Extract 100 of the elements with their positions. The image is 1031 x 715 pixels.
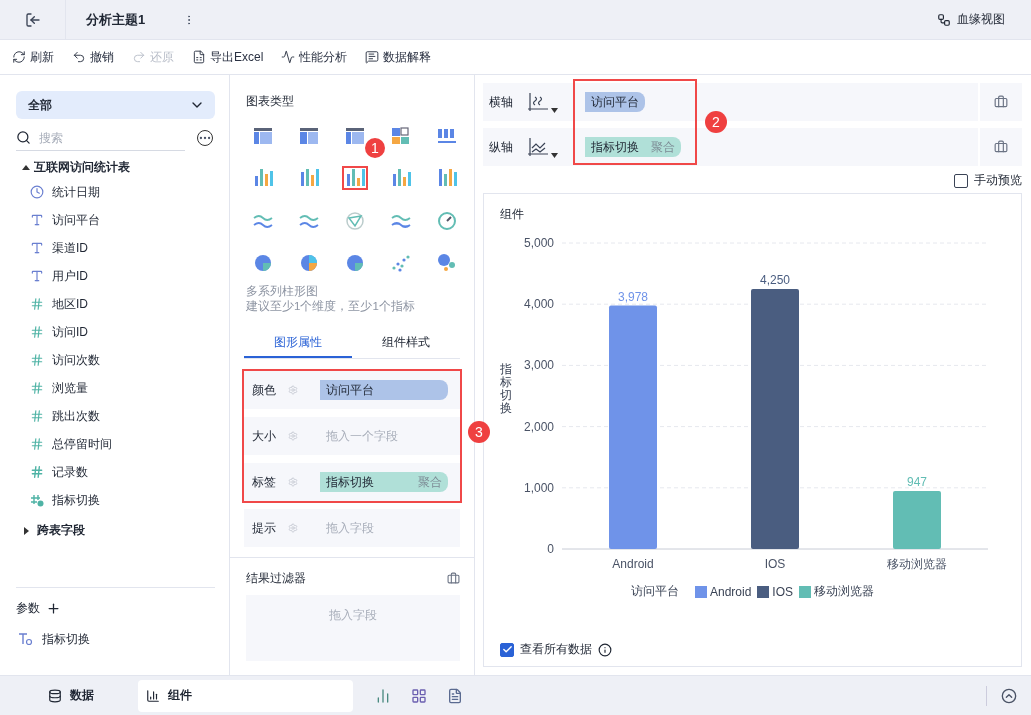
axis-row: 纵轴 指标切换 聚合 xyxy=(483,128,1022,166)
param-item[interactable]: 指标切换 xyxy=(16,625,215,653)
legend-item[interactable]: Android xyxy=(694,584,752,599)
toolbar-button[interactable]: 导出Excel xyxy=(192,48,264,66)
legend-item[interactable]: 移动浏览器 xyxy=(799,583,874,600)
manual-preview-checkbox[interactable]: 手动预览 xyxy=(954,172,1022,189)
annotation-badge: 3 xyxy=(468,421,490,443)
chart-type-icon xyxy=(390,126,412,146)
chart-type-icon xyxy=(344,252,366,272)
field-item[interactable]: 用户ID xyxy=(16,262,215,290)
field-chip[interactable]: 访问平台 xyxy=(320,380,448,400)
grid-icon xyxy=(411,687,427,704)
bottom-tab[interactable]: 组件 xyxy=(138,679,353,712)
field-chip[interactable]: 访问平台 xyxy=(585,92,645,112)
chart-type-icon xyxy=(344,126,366,146)
axis-type-icon[interactable] xyxy=(527,91,549,113)
property-row: 提示 拖入字段 xyxy=(244,509,460,547)
y-tick-label: 0 xyxy=(547,542,554,556)
text-type-icon xyxy=(30,269,44,283)
flow-diagram-icon xyxy=(937,12,951,27)
property-row: 大小 拖入一个字段 xyxy=(244,417,460,455)
chart-type-icon xyxy=(298,168,320,188)
y-tick-label: 4,000 xyxy=(523,297,554,312)
dropdown-caret-icon[interactable] xyxy=(551,153,558,158)
panel-tab[interactable]: 组件样式 xyxy=(352,328,460,358)
filter-title: 结果过滤器 xyxy=(246,570,306,587)
chart-type-icon xyxy=(252,168,274,188)
value-label: 947 xyxy=(907,475,927,490)
field-item[interactable]: 记录数 xyxy=(16,458,215,486)
axis-type-icon[interactable] xyxy=(527,136,549,158)
check-icon xyxy=(501,644,513,655)
chart-type-icon xyxy=(298,126,320,146)
value-label: 4,250 xyxy=(760,272,790,287)
field-item[interactable]: 跳出次数 xyxy=(16,402,215,430)
field-chip[interactable]: 指标切换 聚合 xyxy=(320,472,448,492)
y-tick-label: 3,000 xyxy=(523,358,554,373)
toolbar-button[interactable]: 撤销 xyxy=(72,48,114,66)
chart-type-icon xyxy=(252,126,274,146)
chart-type-option[interactable] xyxy=(342,166,368,190)
field-item[interactable]: 访问次数 xyxy=(16,346,215,374)
panel-tab[interactable]: 图形属性 xyxy=(244,328,352,358)
field-item[interactable]: 总停留时间 xyxy=(16,430,215,458)
annotation-badge: 1 xyxy=(365,138,385,158)
chart-type-icon xyxy=(436,126,458,146)
chart-type-icon xyxy=(436,210,458,230)
y-tick-label: 5,000 xyxy=(523,236,554,250)
dropdown-caret-icon[interactable] xyxy=(551,108,558,113)
chart-type-icon xyxy=(344,168,366,188)
briefcase-icon[interactable] xyxy=(994,95,1008,109)
document-icon xyxy=(447,687,463,704)
chart-type-icon xyxy=(252,252,274,272)
chart-type-name: 多系列柱形图 xyxy=(246,284,319,299)
value-label: 3,978 xyxy=(618,289,648,304)
bar xyxy=(893,491,941,549)
lineage-view-button[interactable]: 血缘视图 xyxy=(931,10,1011,29)
chart-type-icon xyxy=(298,252,320,272)
hash-icon xyxy=(30,353,44,367)
legend-title: 访问平台 xyxy=(630,583,679,600)
toolbar-button[interactable]: 数据解释 xyxy=(365,48,432,66)
property-row: 标签 指标切换 聚合 xyxy=(244,463,460,501)
hash-icon xyxy=(30,297,44,311)
chart-type-icon xyxy=(390,168,412,188)
view-all-data-checkbox[interactable]: 查看所有数据 xyxy=(500,641,592,658)
chart-type-title: 图表类型 xyxy=(246,94,294,108)
search-icon xyxy=(16,130,31,145)
legend-item[interactable]: IOS xyxy=(757,584,793,599)
spreadsheet-icon xyxy=(192,50,206,64)
field-item[interactable]: 渠道ID xyxy=(16,234,215,262)
search-field[interactable]: 搜索 xyxy=(37,129,157,146)
field-item[interactable]: 统计日期 xyxy=(16,178,215,206)
field-item[interactable]: 访问平台 xyxy=(16,206,215,234)
component-title: 组件 xyxy=(500,206,525,223)
info-icon[interactable] xyxy=(598,642,612,657)
add-icon[interactable] xyxy=(46,601,61,616)
chart-type-icon xyxy=(436,168,458,188)
chart-type-icon xyxy=(344,210,366,230)
table-group-label: 跨表字段 xyxy=(37,522,85,539)
exit-arrow-icon xyxy=(24,11,41,28)
database-icon xyxy=(48,688,62,703)
y-tick-label: 1,000 xyxy=(523,480,554,495)
analysis-title: 分析主题1 xyxy=(86,10,146,29)
field-item[interactable]: 访问ID xyxy=(16,318,215,346)
toolbar-button[interactable]: 刷新 xyxy=(12,48,54,66)
briefcase-icon[interactable] xyxy=(994,140,1008,154)
clock-icon xyxy=(30,185,44,199)
toolbar-button[interactable]: 性能分析 xyxy=(281,48,348,66)
hash-switch-icon xyxy=(30,493,44,507)
bar-chart-icon xyxy=(375,687,391,704)
field-item[interactable]: 浏览量 xyxy=(16,374,215,402)
bottom-tab[interactable]: 数据 xyxy=(2,679,138,712)
refresh-icon xyxy=(12,50,26,64)
field-item[interactable]: 指标切换 xyxy=(16,486,215,514)
y-tick-label: 2,000 xyxy=(523,419,554,434)
speech-bubble-icon xyxy=(365,50,380,64)
scope-dropdown[interactable]: 全部 xyxy=(16,91,215,119)
text-type-icon xyxy=(30,241,44,255)
field-chip[interactable]: 指标切换 聚合 xyxy=(585,137,681,157)
briefcase-icon[interactable] xyxy=(447,572,460,585)
y-axis-title: 指标切换 xyxy=(500,362,512,416)
field-item[interactable]: 地区ID xyxy=(16,290,215,318)
